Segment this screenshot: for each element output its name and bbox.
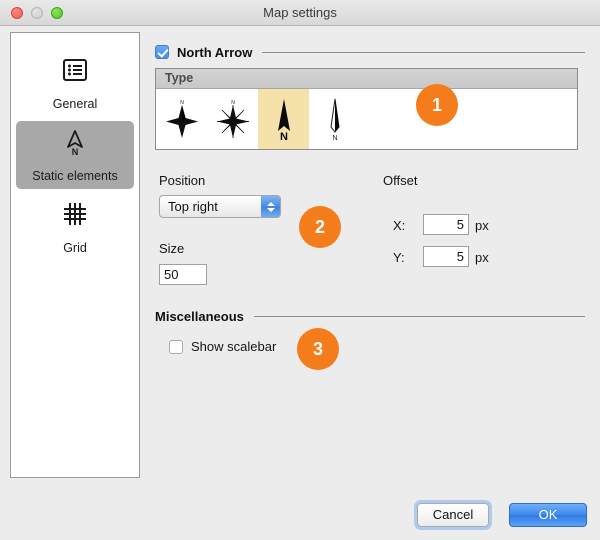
- offset-y-label: Y:: [393, 250, 405, 265]
- sidebar-item-label: General: [16, 97, 134, 112]
- chevron-down-icon: [267, 208, 275, 212]
- north-arrow-group-header: North Arrow: [155, 43, 585, 61]
- type-option-compass-8point-rose[interactable]: N: [207, 89, 258, 149]
- position-label: Position: [159, 173, 205, 188]
- annotation-badge-1: 1: [416, 84, 458, 126]
- offset-y-input[interactable]: 5: [423, 246, 469, 267]
- type-items-row: N N: [156, 89, 577, 149]
- sidebar-item-static-elements[interactable]: N Static elements: [16, 121, 134, 189]
- svg-text:N: N: [180, 100, 184, 106]
- settings-sidebar: General N Static elements Gri: [10, 32, 140, 478]
- offset-x-unit: px: [475, 218, 489, 233]
- group-divider: [262, 52, 585, 53]
- grid-icon: [16, 199, 134, 239]
- annotation-badge-2: 2: [299, 206, 341, 248]
- sidebar-item-grid[interactable]: Grid: [16, 193, 134, 261]
- type-option-compass-4point-star[interactable]: N: [156, 89, 207, 149]
- annotation-badge-3: 3: [297, 328, 339, 370]
- type-option-outline-needle-n[interactable]: N: [309, 89, 360, 149]
- type-column-header: Type: [156, 69, 577, 89]
- stepper-chevrons-icon[interactable]: [261, 196, 280, 217]
- window-titlebar: Map settings: [0, 0, 600, 26]
- window-title: Map settings: [0, 0, 600, 25]
- size-label: Size: [159, 241, 184, 256]
- offset-y-unit: px: [475, 250, 489, 265]
- north-arrow-group-label: North Arrow: [177, 45, 252, 60]
- sidebar-item-general[interactable]: General: [16, 49, 134, 117]
- chevron-up-icon: [267, 202, 275, 206]
- list-icon: [16, 55, 134, 95]
- north-arrow-icon: N: [16, 127, 134, 167]
- offset-label: Offset: [383, 173, 417, 188]
- svg-text:N: N: [280, 131, 288, 143]
- position-dropdown[interactable]: Top right: [159, 195, 281, 218]
- cancel-button[interactable]: Cancel: [417, 503, 489, 527]
- settings-pane: North Arrow Type N N: [155, 32, 585, 482]
- north-arrow-type-list[interactable]: Type N N: [155, 68, 578, 150]
- sidebar-item-label: Static elements: [16, 169, 134, 184]
- position-dropdown-value: Top right: [160, 199, 261, 214]
- svg-text:N: N: [72, 147, 79, 157]
- type-option-filled-arrow-n[interactable]: N: [258, 89, 309, 149]
- group-divider: [254, 316, 585, 317]
- show-scalebar-checkbox[interactable]: [169, 340, 183, 354]
- miscellaneous-group-header: Miscellaneous: [155, 307, 585, 325]
- sidebar-item-label: Grid: [16, 241, 134, 256]
- miscellaneous-group-label: Miscellaneous: [155, 309, 244, 324]
- offset-x-label: X:: [393, 218, 405, 233]
- ok-button[interactable]: OK: [509, 503, 587, 527]
- size-input[interactable]: 50: [159, 264, 207, 285]
- show-scalebar-label: Show scalebar: [191, 339, 276, 354]
- offset-x-input[interactable]: 5: [423, 214, 469, 235]
- show-scalebar-row[interactable]: Show scalebar: [169, 339, 276, 354]
- north-arrow-enable-checkbox[interactable]: [155, 45, 169, 59]
- svg-text:N: N: [332, 135, 337, 142]
